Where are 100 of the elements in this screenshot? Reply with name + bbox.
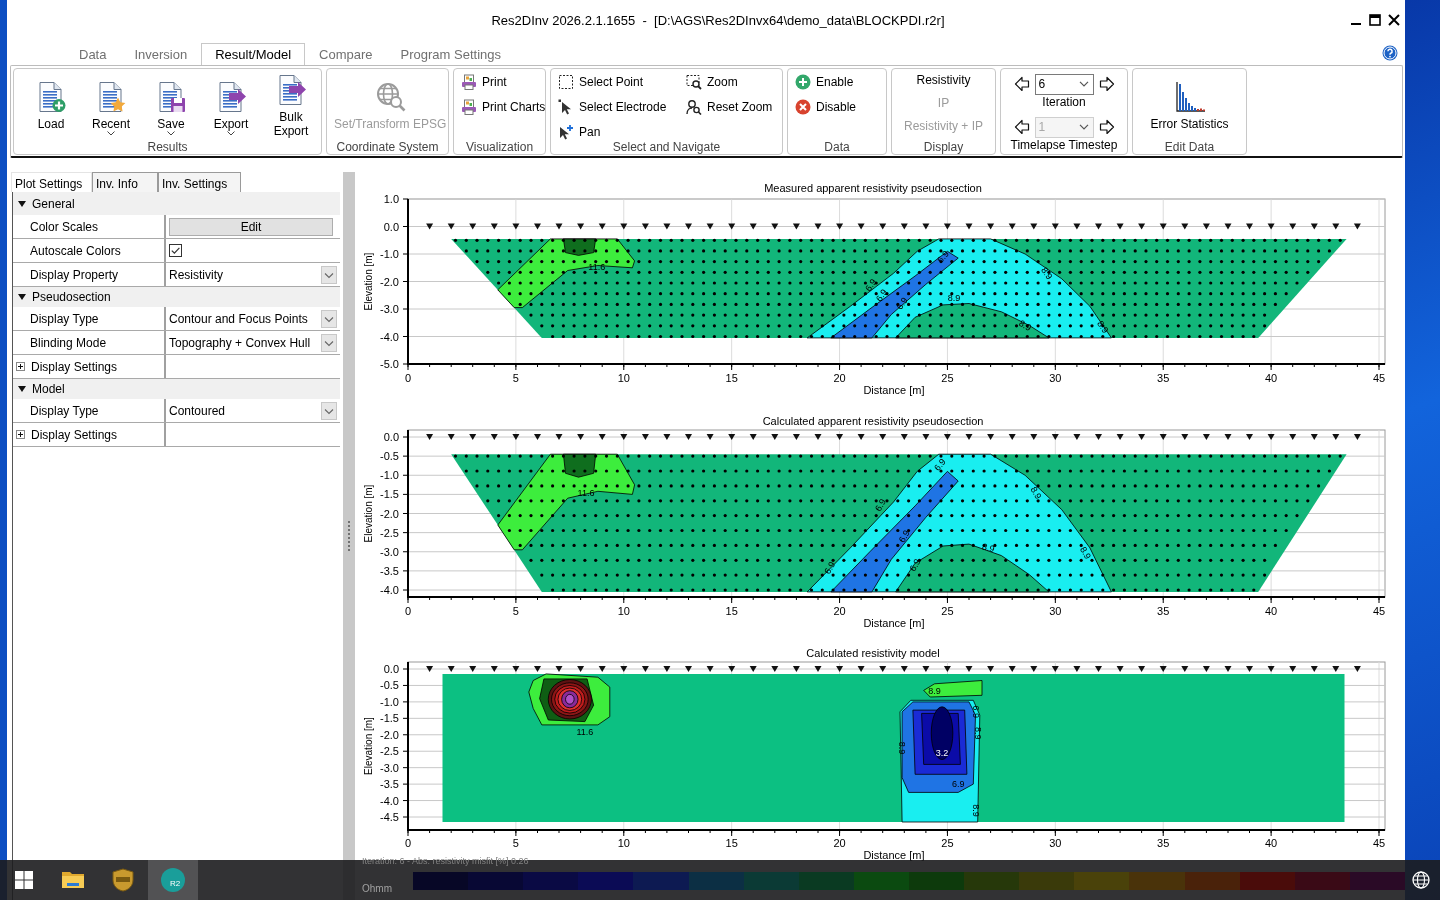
- electrode-marker: [1159, 434, 1167, 440]
- electrode-marker: [1073, 434, 1081, 440]
- property-group[interactable]: Display Settings: [13, 423, 166, 446]
- ribbon-button[interactable]: Load: [21, 69, 81, 137]
- axis-tick-label: -1.5: [380, 488, 399, 501]
- ribbon-button[interactable]: Save: [141, 69, 201, 137]
- electrode-marker: [836, 434, 844, 440]
- dropdown[interactable]: Contoured: [169, 400, 337, 421]
- contour-label: 8.9: [897, 741, 908, 755]
- help-icon[interactable]: [1382, 44, 1398, 61]
- grip-icon: [347, 520, 351, 552]
- electrode-marker: [577, 434, 585, 440]
- electrode-marker: [1138, 223, 1146, 230]
- person-search-icon: [686, 98, 702, 115]
- arrow-right-icon[interactable]: [1098, 76, 1115, 92]
- electrode-marker: [706, 223, 714, 230]
- arrow-right-icon[interactable]: [1098, 119, 1115, 135]
- category-header[interactable]: General: [13, 192, 340, 215]
- ribbon-button[interactable]: Disable: [793, 94, 859, 119]
- electrode-marker: [1202, 434, 1210, 440]
- contour-label: 3.2: [935, 747, 949, 758]
- ribbon-tab[interactable]: Compare: [305, 43, 387, 65]
- electrode-marker: [1181, 434, 1189, 440]
- ribbon-tab[interactable]: Inversion: [120, 43, 202, 65]
- electrode-marker: [512, 434, 520, 440]
- printer-icon: [461, 73, 477, 90]
- close-icon[interactable]: [1387, 13, 1401, 27]
- axis-tick-label: 25: [941, 605, 954, 617]
- electrode-marker: [555, 223, 563, 230]
- panel-tab[interactable]: Inv. Info: [92, 172, 158, 192]
- ribbon-button[interactable]: Print Charts: [459, 94, 548, 119]
- panel-tab[interactable]: Inv. Settings: [158, 172, 241, 192]
- panel-tab[interactable]: Plot Settings: [11, 172, 92, 192]
- zoom-icon: [686, 73, 702, 90]
- group-label: Edit Data: [1163, 139, 1216, 154]
- electrode-marker: [1332, 223, 1340, 230]
- ribbon-button[interactable]: Bulk Export: [261, 69, 321, 137]
- checkbox[interactable]: [169, 244, 182, 257]
- electrode-marker: [987, 223, 995, 230]
- electrode-marker: [1030, 434, 1038, 440]
- electrode-marker: [792, 223, 800, 230]
- contour-label: 8.9: [972, 726, 983, 740]
- contour-label: 8.9: [1039, 265, 1055, 282]
- electrode-marker: [1289, 223, 1297, 230]
- property-label: Color Scales: [13, 215, 166, 238]
- chart-title: Calculated apparent resistivity pseudosection: [762, 415, 984, 427]
- axis-title: Distance [m]: [863, 617, 925, 629]
- axis-tick-label: -4.0: [380, 794, 399, 807]
- electrode-marker: [771, 223, 779, 230]
- axis-tick-label: -0.5: [380, 679, 399, 692]
- category-header[interactable]: Pseudosection: [13, 287, 340, 307]
- windows-logo-icon: [15, 871, 33, 889]
- electrode-marker: [879, 434, 887, 440]
- dropdown[interactable]: Topography + Convex Hull: [169, 332, 337, 353]
- electrode-marker: [426, 223, 434, 230]
- ribbon-button[interactable]: Recent: [81, 69, 141, 137]
- electrode-marker: [1008, 434, 1016, 440]
- contour-label: 11.6: [577, 487, 595, 498]
- ribbon-tab[interactable]: Program Settings: [386, 43, 515, 65]
- property-button[interactable]: Edit: [169, 217, 333, 236]
- axis-tick-label: 0: [404, 837, 412, 849]
- ribbon-button[interactable]: Export: [201, 69, 261, 137]
- axis-tick-label: 20: [833, 837, 846, 849]
- ribbon-button[interactable]: Error Statistics: [1140, 69, 1239, 137]
- ribbon-tab[interactable]: Result/Model: [201, 43, 306, 65]
- ribbon-button[interactable]: Select Electrode: [556, 94, 684, 119]
- dashed-square-icon: [558, 73, 574, 90]
- axis-tick-label: -4.0: [380, 330, 399, 343]
- contour-label: 8.9: [947, 293, 961, 303]
- axis-tick-label: -1.0: [380, 248, 399, 260]
- ribbon-button[interactable]: Print: [459, 69, 548, 94]
- electrode-marker: [1116, 434, 1124, 440]
- axis-tick-label: 40: [1265, 837, 1278, 849]
- electrode-marker: [685, 223, 692, 230]
- ribbon-button[interactable]: Select Point: [556, 69, 684, 94]
- category-header[interactable]: Model: [13, 379, 340, 399]
- axis-tick-label: 5: [512, 837, 519, 849]
- axis-tick-label: 10: [617, 837, 630, 849]
- dropdown[interactable]: 6: [1034, 73, 1094, 95]
- contour-label: 8.9: [1078, 545, 1093, 561]
- maximize-icon[interactable]: [1368, 13, 1382, 27]
- globe-icon[interactable]: [1412, 871, 1430, 889]
- printer-icon: [461, 98, 477, 115]
- ribbon-tab[interactable]: Data: [65, 43, 121, 65]
- ribbon-button[interactable]: Resistivity: [916, 69, 971, 92]
- histogram-icon: [1173, 81, 1206, 113]
- chevron-down-icon: [321, 309, 337, 328]
- axis-tick-label: -3.0: [380, 303, 399, 315]
- arrow-left-icon[interactable]: [1013, 76, 1030, 92]
- contour-label: 8.9: [1095, 318, 1111, 335]
- electrode-marker: [857, 434, 865, 440]
- ribbon-button[interactable]: Enable: [793, 69, 859, 94]
- electrode-marker: [426, 434, 434, 440]
- ribbon-button[interactable]: Reset Zoom: [684, 94, 775, 119]
- arrow-left-icon[interactable]: [1013, 119, 1030, 135]
- dropdown[interactable]: Resistivity: [169, 264, 337, 285]
- ribbon-button[interactable]: Zoom: [684, 69, 775, 94]
- axis-tick-label: -2.0: [380, 728, 399, 741]
- electrode-marker: [512, 223, 520, 230]
- dropdown[interactable]: Contour and Focus Points: [169, 308, 337, 329]
